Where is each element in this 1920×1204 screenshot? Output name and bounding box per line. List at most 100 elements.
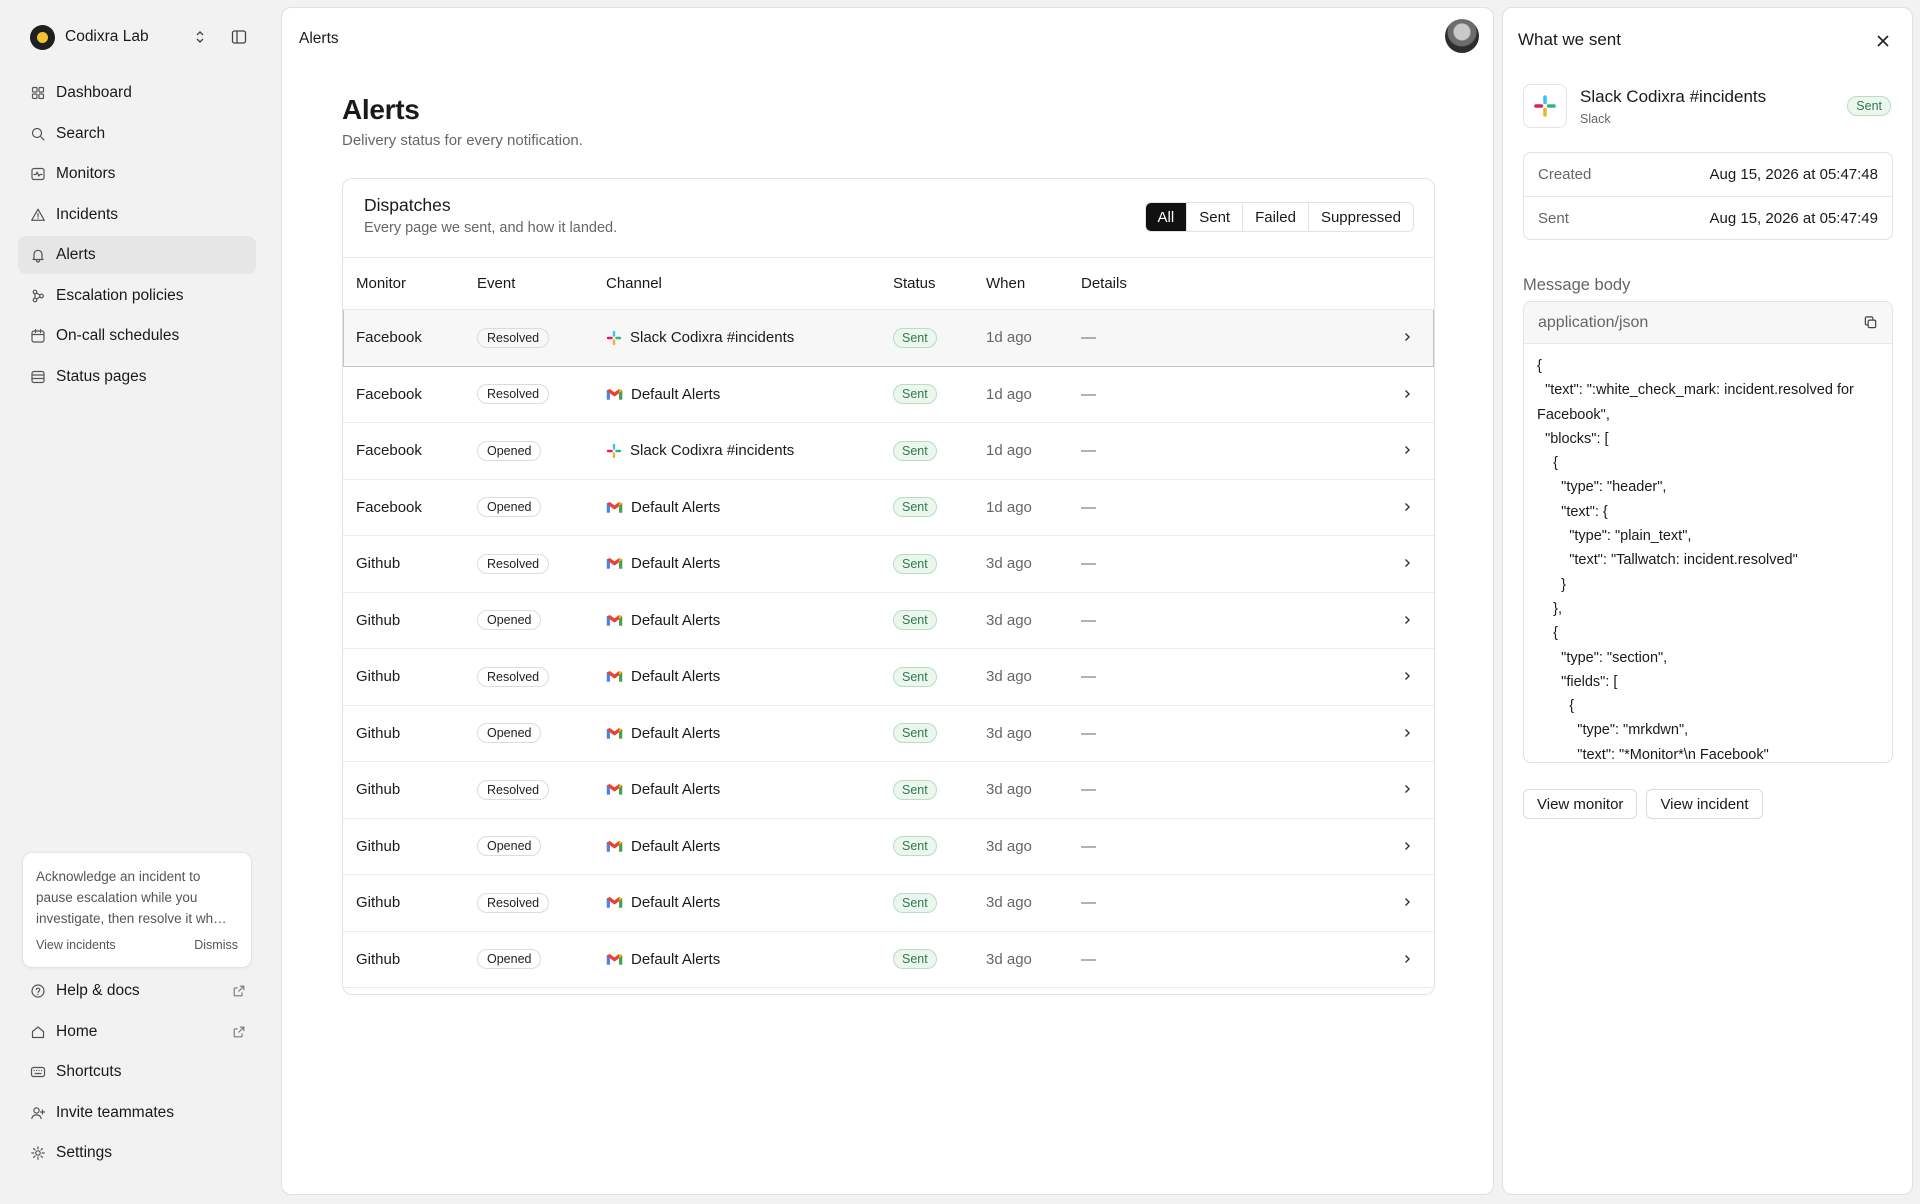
table-row[interactable]: Facebook Resolved Default Alerts Sent 1d ago…	[343, 366, 1434, 423]
panel-channel-type: Slack	[1580, 112, 1611, 126]
copy-icon[interactable]	[1863, 315, 1878, 330]
row-open-button[interactable]	[1368, 592, 1434, 649]
channel-name: Default Alerts	[631, 781, 721, 799]
chevron-right-icon	[1405, 446, 1410, 455]
dismiss-tip-button[interactable]: Dismiss	[194, 938, 238, 952]
row-open-button[interactable]	[1368, 535, 1434, 593]
nav-item-invite-teammates[interactable]: Invite teammates	[18, 1094, 256, 1132]
row-open-button[interactable]	[1368, 761, 1434, 819]
row-open-button[interactable]	[1368, 818, 1434, 875]
chevron-right-icon	[1405, 841, 1410, 850]
filter-failed[interactable]: Failed	[1242, 203, 1308, 231]
meta-label: Sent	[1538, 209, 1569, 227]
row-open-button[interactable]	[1368, 479, 1434, 536]
table-row[interactable]: Github Resolved Default Alerts Sent 3d ago —	[343, 648, 1434, 706]
channel-name: Default Alerts	[631, 385, 721, 403]
meta-row-sent: Sent Aug 15, 2026 at 05:47:49	[1524, 196, 1892, 239]
row-open-button[interactable]	[1368, 648, 1434, 706]
filter-suppressed[interactable]: Suppressed	[1307, 203, 1413, 231]
nav-item-label: Escalation policies	[56, 286, 184, 304]
chevron-up-down-icon[interactable]	[192, 29, 208, 45]
table-row[interactable]: Github Resolved Default Alerts Sent 3d ago —	[343, 535, 1434, 593]
table-row[interactable]: Facebook Opened Default Alerts Sent 1d ago —	[343, 479, 1434, 536]
cell-details: —	[1068, 592, 1368, 649]
gmail-icon	[606, 953, 623, 965]
nav-item-search[interactable]: Search	[18, 115, 256, 153]
nav-item-help-docs[interactable]: Help & docs	[18, 972, 256, 1010]
cell-when: 1d ago	[973, 479, 1068, 536]
cell-channel: Default Alerts	[593, 366, 880, 423]
nav-item-escalation-policies[interactable]: Escalation policies	[18, 277, 256, 315]
cell-when: 3d ago	[973, 874, 1068, 932]
row-open-button[interactable]	[1368, 422, 1434, 480]
row-open-button[interactable]	[1368, 309, 1434, 367]
gmail-icon	[606, 614, 623, 626]
nav-item-monitors[interactable]: Monitors	[18, 155, 256, 193]
event-badge: Resolved	[477, 327, 550, 348]
dispatches-table: Monitor Event Channel Status When Details Fac…	[343, 257, 1434, 988]
view-incident-button[interactable]: View incident	[1646, 789, 1763, 819]
table-row[interactable]: Github Resolved Default Alerts Sent 3d ago —	[343, 874, 1434, 932]
table-row[interactable]: Github Opened Default Alerts Sent 3d ago —	[343, 705, 1434, 762]
row-open-button[interactable]	[1368, 874, 1434, 932]
slack-icon	[606, 330, 622, 345]
cell-event: Resolved	[464, 366, 593, 423]
cell-event: Resolved	[464, 309, 593, 367]
row-open-button[interactable]	[1368, 931, 1434, 988]
table-row[interactable]: Github Opened Default Alerts Sent 3d ago —	[343, 818, 1434, 875]
nav-item-settings[interactable]: Settings	[18, 1134, 256, 1172]
status-badge: Sent	[893, 497, 937, 518]
close-icon[interactable]	[1876, 34, 1890, 48]
nav-item-label: Settings	[56, 1144, 113, 1161]
table-row[interactable]: Github Opened Default Alerts Sent 3d ago —	[343, 931, 1434, 988]
nav-item-alerts[interactable]: Alerts	[18, 236, 256, 274]
nav-item-dashboard[interactable]: Dashboard	[18, 74, 256, 112]
cell-when: 3d ago	[973, 705, 1068, 762]
cell-when: 1d ago	[973, 366, 1068, 423]
cell-channel: Default Alerts	[593, 874, 880, 932]
view-monitor-button[interactable]: View monitor	[1523, 789, 1638, 819]
nav-item-label: On-call schedules	[56, 327, 180, 344]
filter-sent[interactable]: Sent	[1186, 203, 1242, 231]
workspace-name: Codixra Lab	[65, 28, 149, 45]
cell-channel: Default Alerts	[593, 592, 880, 649]
nav-item-status-pages[interactable]: Status pages	[18, 358, 256, 396]
cell-when: 1d ago	[973, 309, 1068, 367]
nav-item-incidents[interactable]: Incidents	[18, 196, 256, 234]
cell-event: Opened	[464, 422, 593, 480]
cell-event: Resolved	[464, 761, 593, 819]
nav-item-shortcuts[interactable]: Shortcuts	[18, 1053, 256, 1091]
nav-item-home[interactable]: Home	[18, 1013, 256, 1051]
sidebar-toggle-icon[interactable]	[231, 29, 247, 45]
cell-when: 3d ago	[973, 818, 1068, 875]
cell-details: —	[1068, 479, 1368, 536]
cell-when: 3d ago	[973, 535, 1068, 593]
external-link-icon	[233, 1026, 245, 1037]
workspace-switcher[interactable]: Codixra Lab	[18, 22, 258, 52]
cell-monitor: Github	[343, 535, 464, 593]
row-open-button[interactable]	[1368, 705, 1434, 762]
breadcrumb[interactable]: Alerts	[299, 30, 339, 48]
table-row[interactable]: Github Resolved Default Alerts Sent 3d ago —	[343, 761, 1434, 819]
event-badge: Opened	[477, 723, 542, 744]
filter-all[interactable]: All	[1145, 203, 1187, 231]
cell-details: —	[1068, 366, 1368, 423]
chevron-right-icon	[1405, 502, 1410, 511]
nav-item-on-call-schedules[interactable]: On-call schedules	[18, 317, 256, 355]
dashboard-icon	[31, 86, 45, 100]
cell-status: Sent	[880, 479, 973, 536]
json-payload[interactable]: { "text": ":white_check_mark: incident.r…	[1524, 344, 1892, 762]
meta-value: Aug 15, 2026 at 05:47:48	[1709, 166, 1878, 183]
avatar[interactable]	[1445, 19, 1479, 53]
table-row[interactable]: Facebook Resolved Slack Codixra #incidents…	[343, 309, 1434, 367]
view-incidents-link[interactable]: View incidents	[36, 938, 116, 952]
row-open-button[interactable]	[1368, 366, 1434, 423]
nav-item-label: Invite teammates	[56, 1103, 175, 1121]
table-row[interactable]: Github Opened Default Alerts Sent 3d ago —	[343, 592, 1434, 649]
nav-item-label: Dashboard	[56, 84, 132, 101]
cell-channel: Default Alerts	[593, 705, 880, 762]
table-row[interactable]: Facebook Opened Slack Codixra #incidents Se…	[343, 422, 1434, 480]
cell-monitor: Github	[343, 761, 464, 819]
cell-monitor: Github	[343, 931, 464, 988]
nav-item-label: Status pages	[56, 367, 147, 385]
